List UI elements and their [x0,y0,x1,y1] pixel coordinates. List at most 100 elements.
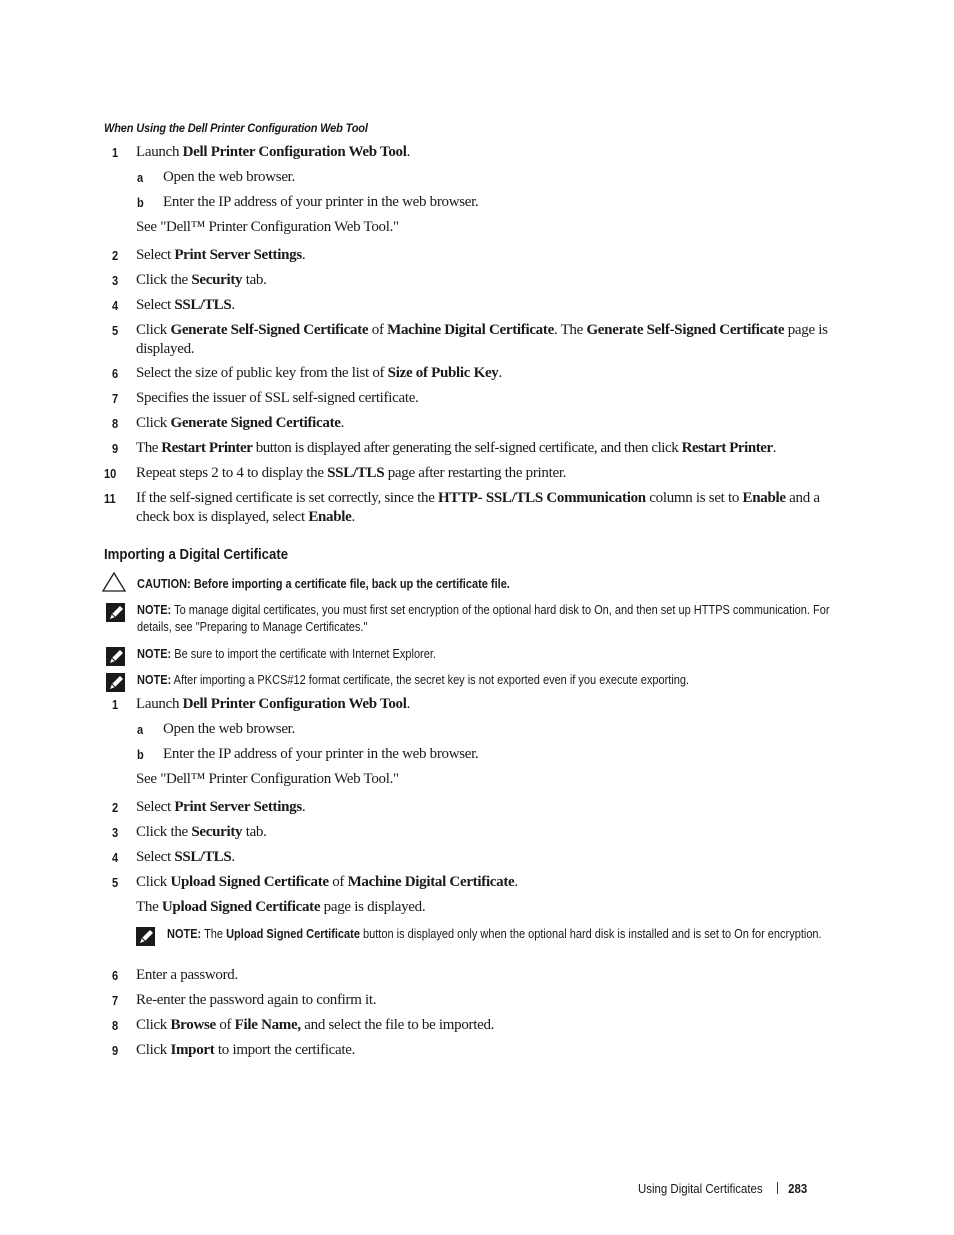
substep-letter: b [137,747,144,762]
step-number: 9 [112,441,119,456]
step-number: 7 [112,391,119,406]
step-5: 5 Click Upload Signed Certificate of Mac… [104,873,849,892]
section-subheading: When Using the Dell Printer Configuratio… [104,121,368,135]
note-text: After importing a PKCS#12 format certifi… [171,673,690,687]
step-text: If the self-signed certificate is set co… [136,490,439,506]
step-number: 1 [112,145,119,160]
ui-term: Generate Self-Signed Certificate [170,322,369,338]
ui-term: Dell Printer Configuration Web Tool [182,144,407,160]
step-text: . [498,365,503,381]
ui-term: Upload Signed Certificate [226,927,360,941]
ui-term: Upload Signed Certificate [161,899,321,915]
ui-term: HTTP- SSL/TLS Communication [438,490,646,506]
ui-term: Upload Signed Certificate [170,874,329,890]
step-text: . [406,144,411,160]
step-text: Click [136,322,171,338]
step-8: 8 Click Browse of File Name, and select … [104,1016,849,1035]
step-1: 1 Launch Dell Printer Configuration Web … [104,695,849,714]
substep-a: a Open the web browser. [104,168,849,187]
caution-triangle-icon [102,572,126,592]
step-text: The [136,899,162,915]
step-text: tab. [242,824,267,840]
caution-text: Before importing a certificate file, bac… [190,577,510,591]
step-text: . [340,415,345,431]
step-text: tab. [242,272,267,288]
step-number: 2 [112,248,119,263]
step-number: 11 [104,491,116,506]
footer-chapter-title: Using Digital Certificates [638,1181,763,1196]
note-label: NOTE: [137,673,172,687]
ui-term: Import [170,1042,215,1058]
step-text: of [215,1017,235,1033]
step-4: 4 Select SSL/TLS. [104,296,849,315]
step-text: column is set to [645,490,743,506]
step-10: 10 Repeat steps 2 to 4 to display the SS… [104,464,849,483]
note-label: NOTE: [167,927,202,941]
note-text: Be sure to import the certificate with I… [171,647,436,661]
step-number: 5 [112,323,119,338]
ui-term: Size of Public Key [387,365,499,381]
page-footer: Using Digital Certificates 283 [638,1181,807,1196]
step-text: The [136,440,162,456]
step-text: Select [136,849,175,865]
step-text: Repeat steps 2 to 4 to display the [136,465,328,481]
caution-label: CAUTION: [137,577,191,591]
step-text: button is displayed after generating the… [252,440,682,456]
step-text: of [368,322,388,338]
page-number: 283 [788,1181,808,1196]
step-number: 3 [112,273,119,288]
ui-term: Security [191,272,243,288]
step-text: . [231,849,235,865]
step-text: Click [136,1042,171,1058]
step-5-result: The Upload Signed Certificate page is di… [104,898,849,917]
note-pencil-icon [106,673,125,692]
section-heading: Importing a Digital Certificate [104,546,289,563]
step-text: Enter the IP address of your printer in … [163,194,479,210]
step-text: and select the file to be imported. [300,1017,495,1033]
substep-letter: a [137,722,144,737]
step-text: Click [136,874,171,890]
step-4: 4 Select SSL/TLS. [104,848,849,867]
step-text: Click [136,1017,171,1033]
step-number: 9 [112,1043,119,1058]
ui-term: Security [191,824,243,840]
step-number: 2 [112,800,119,815]
step-6: 6 Enter a password. [104,966,849,985]
ui-term: Generate Signed Certificate [170,415,341,431]
see-reference: See "Dell™ Printer Configuration Web Too… [104,770,849,789]
ui-term: File Name, [234,1017,301,1033]
ui-term: Restart Printer [681,440,774,456]
ui-term: Machine Digital Certificate [387,322,554,338]
step-text: Launch [136,696,183,712]
step-text: Click [136,415,171,431]
step-number: 5 [112,875,119,890]
step-2: 2 Select Print Server Settings. [104,798,849,817]
ui-term: Machine Digital Certificate [347,874,515,890]
step-11: 11 If the self-signed certificate is set… [104,489,849,527]
step-text: . [406,696,411,712]
ui-term: Dell Printer Configuration Web Tool [182,696,407,712]
substep-a: a Open the web browser. [104,720,849,739]
step-number: 4 [112,850,119,865]
ui-term: Enable [308,509,352,525]
step-7: 7 Specifies the issuer of SSL self-signe… [104,389,849,408]
ui-term: Print Server Settings [174,247,302,263]
substep-letter: b [137,195,144,210]
step-number: 8 [112,416,119,431]
step-number: 7 [112,993,119,1008]
step-text: page after restarting the printer. [384,465,567,481]
step-text: . [772,440,777,456]
step-text: Select [136,247,175,263]
step-text: Select the size of public key from the l… [136,365,388,381]
note-pencil-icon [136,927,155,946]
step-text: Select [136,297,175,313]
note-text: The [201,927,227,941]
step-7: 7 Re-enter the password again to confirm… [104,991,849,1010]
note-notice: NOTE: Be sure to import the certificate … [104,646,884,666]
substep-letter: a [137,170,144,185]
note-text: button is displayed only when the option… [359,927,822,941]
step-text: Click the [136,824,192,840]
note-text: To manage digital certificates, you must… [137,603,830,634]
footer-divider [776,1182,778,1194]
step-1: 1 Launch Dell Printer Configuration Web … [104,143,849,162]
